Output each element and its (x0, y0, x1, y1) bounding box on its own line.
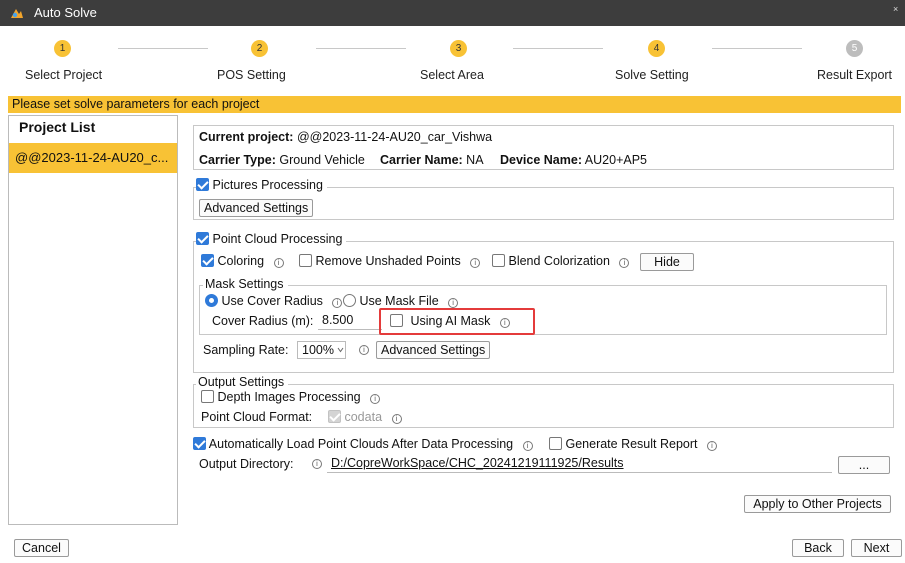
info-icon[interactable]: i (522, 441, 533, 451)
carrier-type-label: Carrier Type: (199, 153, 276, 167)
info-icon[interactable]: i (370, 394, 381, 404)
info-icon[interactable]: i (273, 258, 284, 268)
info-icon[interactable]: i (619, 258, 630, 268)
mask-settings-title: Mask Settings (203, 277, 288, 291)
step-4-label: Solve Setting (615, 68, 689, 82)
back-button[interactable]: Back (792, 539, 844, 557)
carrier-name: Carrier Name: NA (380, 153, 484, 167)
step-connector (513, 48, 603, 49)
coloring-checkbox[interactable] (201, 254, 214, 267)
generate-report-option: Generate Result Report i (549, 437, 717, 451)
codata-checkbox[interactable] (328, 410, 341, 423)
info-icon[interactable]: i (391, 414, 402, 424)
point-cloud-processing: Point Cloud Processing (196, 232, 347, 246)
carrier-type-value: Ground Vehicle (279, 153, 365, 167)
info-icon[interactable]: i (312, 459, 322, 469)
step-connector (316, 48, 406, 49)
chevron-down-icon[interactable] (337, 346, 344, 354)
carrier-name-label: Carrier Name: (380, 153, 463, 167)
codata-label: codata (344, 410, 383, 424)
point-cloud-processing-label: Point Cloud Processing (212, 232, 343, 246)
title-bar: Auto Solve × (0, 0, 905, 26)
project-list-item[interactable]: @@2023-11-24-AU20_c... (9, 143, 177, 173)
step-connector (118, 48, 208, 49)
device-name: Device Name: AU20+AP5 (500, 153, 647, 167)
remove-unshaded-checkbox[interactable] (299, 254, 312, 267)
step-connector (712, 48, 802, 49)
use-cover-radius-radio[interactable] (205, 294, 218, 307)
project-list-title: Project List (19, 119, 96, 135)
point-cloud-processing-checkbox[interactable] (196, 232, 209, 245)
info-icon[interactable]: i (448, 298, 459, 308)
pictures-processing: Pictures Processing (196, 178, 327, 192)
depth-images-checkbox[interactable] (201, 390, 214, 403)
output-directory-label: Output Directory: (199, 457, 294, 471)
close-icon[interactable]: × (893, 4, 898, 14)
use-cover-radius-label: Use Cover Radius (221, 294, 323, 308)
apply-to-other-projects-button[interactable]: Apply to Other Projects (744, 495, 891, 513)
info-icon[interactable]: i (706, 441, 717, 451)
carrier-name-value: NA (466, 153, 484, 167)
highlight-box (379, 308, 535, 335)
depth-images-label: Depth Images Processing (217, 390, 361, 404)
carrier-type: Carrier Type: Ground Vehicle (199, 153, 365, 167)
point-cloud-advanced-settings-button[interactable]: Advanced Settings (376, 341, 491, 359)
sampling-rate-label: Sampling Rate: (203, 343, 289, 357)
cover-radius-input[interactable]: 8.500 (318, 312, 382, 330)
use-mask-file-label: Use Mask File (359, 294, 439, 308)
step-3-label: Select Area (420, 68, 484, 82)
next-button[interactable]: Next (851, 539, 902, 557)
blend-colorization-option: Blend Colorization i (492, 254, 630, 268)
cover-radius-label: Cover Radius (m): (212, 314, 314, 328)
coloring-option: Coloring i (201, 254, 284, 268)
current-project-line: Current project: @@2023-11-24-AU20_car_V… (199, 130, 492, 144)
codata-option: codata i (328, 410, 402, 424)
pictures-advanced-settings-button[interactable]: Advanced Settings (199, 199, 314, 217)
info-icon[interactable]: i (332, 298, 343, 308)
step-2-circle: 2 (251, 40, 268, 57)
window-title: Auto Solve (34, 5, 97, 20)
info-icon[interactable]: i (470, 258, 481, 268)
step-1-circle: 1 (54, 40, 71, 57)
device-name-label: Device Name: (500, 153, 582, 167)
auto-load-checkbox[interactable] (193, 437, 206, 450)
step-1-label: Select Project (25, 68, 103, 82)
point-cloud-format-label: Point Cloud Format: (201, 410, 313, 424)
remove-unshaded-label: Remove Unshaded Points (315, 254, 461, 268)
device-name-value: AU20+AP5 (584, 153, 647, 167)
app-icon (11, 9, 23, 18)
instruction-banner: Please set solve parameters for each pro… (8, 96, 901, 113)
use-mask-file-option: Use Mask File i (343, 294, 459, 308)
info-icon[interactable]: i (359, 345, 369, 355)
pictures-processing-label: Pictures Processing (212, 178, 323, 192)
output-directory-input[interactable]: D:/CopreWorkSpace/CHC_20241219111925/Res… (327, 455, 832, 473)
step-2-label: POS Setting (217, 68, 286, 82)
project-list-panel (8, 115, 178, 525)
step-4-circle: 4 (648, 40, 665, 57)
depth-images-option: Depth Images Processing i (201, 390, 381, 404)
coloring-label: Coloring (217, 254, 265, 268)
use-mask-file-radio[interactable] (343, 294, 356, 307)
cancel-button[interactable]: Cancel (14, 539, 69, 557)
output-settings-title: Output Settings (196, 375, 289, 389)
hide-button[interactable]: Hide (640, 253, 694, 271)
generate-report-label: Generate Result Report (565, 437, 698, 451)
auto-load-option: Automatically Load Point Clouds After Da… (193, 437, 533, 451)
generate-report-checkbox[interactable] (549, 437, 562, 450)
blend-colorization-checkbox[interactable] (492, 254, 505, 267)
pictures-processing-checkbox[interactable] (196, 178, 209, 191)
step-5-circle: 5 (846, 40, 863, 57)
step-5-label: Result Export (817, 68, 893, 82)
current-project-value: @@2023-11-24-AU20_car_Vishwa (296, 130, 493, 144)
use-cover-radius-option: Use Cover Radius i (205, 294, 343, 308)
auto-load-label: Automatically Load Point Clouds After Da… (208, 437, 514, 451)
browse-button[interactable]: ... (838, 456, 890, 474)
blend-colorization-label: Blend Colorization (508, 254, 610, 268)
remove-unshaded-option: Remove Unshaded Points i (299, 254, 481, 268)
current-project-label: Current project: (199, 130, 294, 144)
step-3-circle: 3 (450, 40, 467, 57)
sampling-rate-value: 100% (302, 343, 334, 357)
